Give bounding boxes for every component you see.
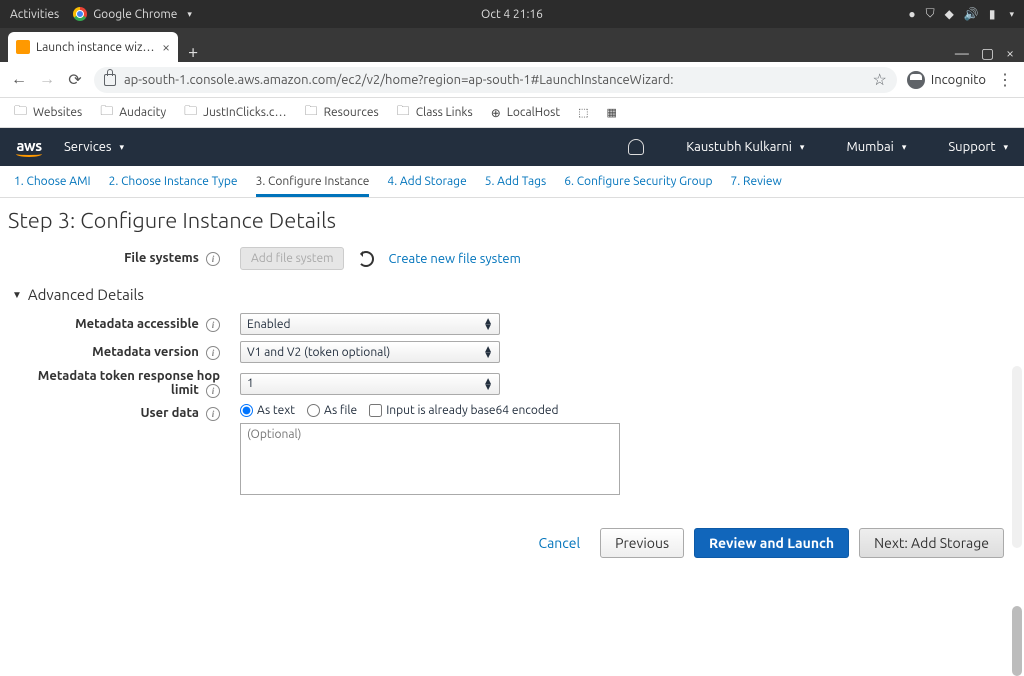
folder-icon: 🗀	[184, 102, 197, 124]
wizard-steps: 1. Choose AMI 2. Choose Instance Type 3.…	[0, 166, 1024, 198]
shield-icon: ⛉	[926, 7, 935, 21]
bookmark-icon: ⊕	[491, 106, 501, 120]
next-add-storage-button[interactable]: Next: Add Storage	[859, 528, 1004, 558]
chevron-down-icon: ▾	[800, 142, 805, 153]
user-data-as-text-radio[interactable]: As text	[240, 404, 295, 417]
bookmark-folder[interactable]: 🗀Websites	[14, 102, 82, 124]
wizard-step-2[interactable]: 2. Choose Instance Type	[109, 175, 238, 188]
incognito-icon	[907, 71, 925, 89]
vertical-scrollbar[interactable]	[1012, 366, 1022, 548]
wizard-step-6[interactable]: 6. Configure Security Group	[564, 175, 712, 188]
reload-button[interactable]: ⟳	[66, 71, 84, 89]
advanced-details-toggle[interactable]: ▼ Advanced Details	[12, 286, 1012, 303]
new-tab-button[interactable]: +	[178, 42, 208, 62]
create-file-system-link[interactable]: Create new file system	[388, 252, 520, 266]
wizard-step-1[interactable]: 1. Choose AMI	[14, 175, 91, 188]
metadata-version-label: Metadata version	[92, 345, 199, 359]
notifications-icon[interactable]	[628, 139, 644, 155]
chevron-down-icon: ▾	[120, 142, 125, 153]
previous-button[interactable]: Previous	[600, 528, 684, 558]
status-icon: ●	[908, 7, 915, 21]
battery-icon: ▮	[989, 7, 996, 21]
bookmark-link[interactable]: ⊕LocalHost	[491, 106, 560, 120]
user-data-base64-checkbox[interactable]: Input is already base64 encoded	[369, 404, 558, 417]
wizard-step-5[interactable]: 5. Add Tags	[485, 175, 547, 188]
folder-icon: 🗀	[397, 102, 410, 124]
chrome-icon	[73, 7, 87, 21]
wizard-footer: Cancel Previous Review and Launch Next: …	[528, 528, 1004, 558]
file-systems-label: File systems	[124, 251, 199, 265]
metadata-accessible-select[interactable]: Enabled▲▼	[240, 313, 500, 335]
metadata-version-select[interactable]: V1 and V2 (token optional)▲▼	[240, 341, 500, 363]
hop-limit-select[interactable]: 1▲▼	[240, 373, 500, 395]
forward-button[interactable]: →	[38, 71, 56, 89]
info-icon[interactable]: i	[206, 318, 220, 332]
support-menu[interactable]: Support▾	[948, 140, 1008, 154]
metadata-accessible-label: Metadata accessible	[75, 317, 199, 331]
bookmark-link[interactable]: ⬚	[578, 106, 588, 119]
desktop-top-bar: Activities Google Chrome▾ Oct 4 21:16 ● …	[0, 0, 1024, 28]
scrollbar-thumb[interactable]	[1012, 606, 1022, 676]
folder-icon: 🗀	[100, 102, 113, 124]
refresh-icon[interactable]	[358, 251, 374, 267]
favicon-icon	[16, 40, 30, 54]
add-file-system-button: Add file system	[240, 247, 344, 270]
bookmark-folder[interactable]: 🗀JustInClicks.c…	[184, 102, 286, 124]
wizard-step-4[interactable]: 4. Add Storage	[387, 175, 466, 188]
user-data-label: User data	[140, 406, 198, 420]
url-text: ap-south-1.console.aws.amazon.com/ec2/v2…	[124, 73, 865, 87]
services-menu[interactable]: Services▾	[64, 140, 124, 154]
bookmarks-bar: 🗀Websites 🗀Audacity 🗀JustInClicks.c… 🗀Re…	[0, 98, 1024, 128]
chevron-down-icon: ▾	[187, 9, 192, 20]
wizard-step-7[interactable]: 7. Review	[731, 175, 782, 188]
close-window-icon[interactable]: ×	[1006, 45, 1014, 62]
info-icon[interactable]: i	[206, 384, 220, 398]
page-title: Step 3: Configure Instance Details	[8, 208, 1012, 233]
cancel-button[interactable]: Cancel	[528, 529, 590, 557]
incognito-indicator[interactable]: Incognito	[907, 71, 986, 89]
bookmark-link[interactable]: ▦	[606, 106, 616, 119]
user-data-textarea[interactable]	[240, 423, 620, 495]
bookmark-folder[interactable]: 🗀Class Links	[397, 102, 473, 124]
volume-icon: 🔊	[964, 7, 979, 21]
account-menu[interactable]: Kaustubh Kulkarni▾	[686, 140, 804, 154]
clock[interactable]: Oct 4 21:16	[481, 8, 543, 21]
region-menu[interactable]: Mumbai▾	[846, 140, 906, 154]
triangle-down-icon: ▼	[12, 289, 22, 301]
close-tab-icon[interactable]: ×	[162, 39, 170, 55]
folder-icon: 🗀	[305, 102, 318, 124]
review-and-launch-button[interactable]: Review and Launch	[694, 528, 849, 558]
wifi-icon: ◆	[945, 7, 954, 21]
tab-title: Launch instance wizard |	[36, 41, 156, 54]
address-bar[interactable]: ap-south-1.console.aws.amazon.com/ec2/v2…	[94, 67, 897, 93]
aws-logo[interactable]: aws	[16, 138, 42, 157]
aws-header: aws Services▾ Kaustubh Kulkarni▾ Mumbai▾…	[0, 128, 1024, 166]
hop-limit-label: Metadata token response hop limit	[38, 369, 220, 397]
user-data-as-file-radio[interactable]: As file	[307, 404, 357, 417]
page-content: Step 3: Configure Instance Details File …	[0, 198, 1024, 495]
folder-icon: 🗀	[14, 102, 27, 124]
browser-tab-strip: Launch instance wizard | × + — ▢ ×	[0, 28, 1024, 62]
minimize-icon[interactable]: —	[955, 45, 969, 62]
chevron-down-icon: ▾	[1003, 142, 1008, 153]
info-icon[interactable]: i	[206, 346, 220, 360]
activities-button[interactable]: Activities	[10, 8, 59, 21]
chevron-down-icon: ▾	[902, 142, 907, 153]
active-app[interactable]: Google Chrome▾	[73, 7, 192, 21]
browser-tab[interactable]: Launch instance wizard | ×	[8, 32, 178, 62]
info-icon[interactable]: i	[206, 252, 220, 266]
info-icon[interactable]: i	[206, 407, 220, 421]
bookmark-folder[interactable]: 🗀Audacity	[100, 102, 166, 124]
wizard-step-3[interactable]: 3. Configure Instance	[256, 175, 370, 197]
lock-icon	[104, 74, 116, 86]
browser-toolbar: ← → ⟳ ap-south-1.console.aws.amazon.com/…	[0, 62, 1024, 98]
back-button[interactable]: ←	[10, 71, 28, 89]
bookmark-star-icon[interactable]: ☆	[873, 70, 887, 89]
maximize-icon[interactable]: ▢	[981, 45, 994, 62]
chevron-down-icon[interactable]: ▾	[1009, 9, 1014, 20]
chrome-menu-icon[interactable]: ⋮	[996, 71, 1014, 89]
bookmark-folder[interactable]: 🗀Resources	[305, 102, 379, 124]
